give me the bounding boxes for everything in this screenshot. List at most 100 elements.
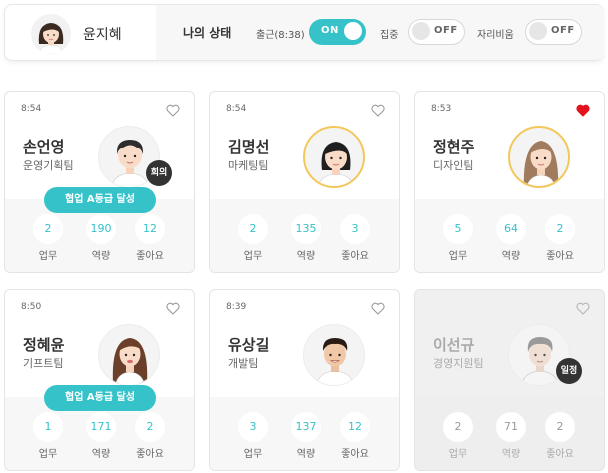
focus-toggle-text: OFF	[434, 25, 458, 36]
task-label: 업무	[38, 251, 58, 262]
task-count: 5	[443, 214, 473, 244]
skill-stat: 171 역량	[85, 412, 117, 460]
member-card[interactable]: 8:39 유상길 개발팀 3 업무 137 역량 12 좋아요	[209, 289, 400, 471]
focus-label: 집중	[380, 30, 399, 41]
skill-label: 역량	[91, 251, 111, 262]
member-team: 디자인팀	[433, 159, 474, 172]
like-count: 2	[545, 214, 575, 244]
member-team: 기프트팀	[23, 357, 64, 370]
member-name: 김명선	[228, 138, 270, 156]
member-avatar	[98, 324, 160, 386]
task-stat: 5 업무	[442, 214, 474, 262]
heart-icon[interactable]	[371, 104, 385, 117]
task-label: 업무	[448, 449, 468, 460]
task-stat: 3 업무	[237, 412, 269, 460]
skill-stat: 64 역량	[495, 214, 527, 262]
task-stat: 2 업무	[237, 214, 269, 262]
checkin-time: 8:54	[21, 104, 42, 114]
member-card[interactable]: 8:50 정혜윤 기프트팀 협업 A등급 달성 1 업무 171 역량 2 좋아요	[4, 289, 195, 471]
like-label: 좋아요	[341, 449, 369, 460]
heart-icon[interactable]	[576, 302, 590, 315]
like-label: 좋아요	[341, 251, 369, 262]
checkin-label: 출근(8:38)	[256, 30, 305, 41]
skill-label: 역량	[296, 449, 316, 460]
skill-stat: 137 역량	[290, 412, 322, 460]
checkin-time: 8:39	[226, 302, 247, 312]
checkin-toggle[interactable]: ON	[309, 19, 366, 45]
my-name: 윤지혜	[83, 27, 122, 43]
focus-toggle[interactable]: OFF	[408, 19, 465, 45]
like-count: 2	[135, 412, 165, 442]
member-name: 정현주	[433, 138, 475, 156]
like-stat: 12 좋아요	[339, 412, 371, 460]
member-team: 마케팅팀	[228, 159, 269, 172]
checkin-time: 8:54	[226, 104, 247, 114]
toggle-knob	[412, 22, 430, 40]
away-toggle-text: OFF	[551, 25, 575, 36]
heart-icon[interactable]	[166, 302, 180, 315]
skill-count: 71	[496, 412, 526, 442]
away-toggle[interactable]: OFF	[525, 19, 582, 45]
checkin-time: 8:53	[431, 104, 452, 114]
task-count: 2	[33, 214, 63, 244]
status-bar: 윤지혜 나의 상태 출근(8:38) ON 집중 OFF 자리비움 OFF	[4, 4, 604, 61]
status-badge: 회의	[146, 160, 172, 186]
like-count: 12	[340, 412, 370, 442]
task-label: 업무	[243, 449, 263, 460]
like-stat: 3 좋아요	[339, 214, 371, 262]
checkin-toggle-text: ON	[321, 25, 339, 36]
task-count: 2	[443, 412, 473, 442]
like-stat: 2 좋아요	[134, 412, 166, 460]
task-count: 3	[238, 412, 268, 442]
skill-count: 190	[86, 214, 116, 244]
member-name: 이선규	[433, 336, 475, 354]
member-card[interactable]: 8:53 정현주 디자인팀 5 업무 64 역량 2 좋아요	[414, 91, 605, 273]
like-count: 12	[135, 214, 165, 244]
like-label: 좋아요	[546, 251, 574, 262]
like-count: 2	[545, 412, 575, 442]
member-team: 경영지원팀	[433, 357, 484, 370]
task-label: 업무	[448, 251, 468, 262]
member-card[interactable]: 이선규 경영지원팀 일정 2 업무 71 역량 2 좋아요	[414, 289, 605, 471]
skill-count: 135	[291, 214, 321, 244]
heart-filled-icon[interactable]	[576, 104, 590, 117]
task-stat: 2 업무	[32, 214, 64, 262]
status-badge: 일정	[556, 358, 582, 384]
skill-label: 역량	[296, 251, 316, 262]
skill-label: 역량	[501, 251, 521, 262]
member-name: 유상길	[228, 336, 270, 354]
toggle-knob	[529, 22, 547, 40]
achievement-pill: 협업 A등급 달성	[44, 385, 156, 411]
skill-stat: 71 역량	[495, 412, 527, 460]
skill-stat: 135 역량	[290, 214, 322, 262]
task-stat: 2 업무	[442, 412, 474, 460]
checkin-time: 8:50	[21, 302, 42, 312]
toggle-knob	[344, 22, 362, 40]
task-count: 1	[33, 412, 63, 442]
like-stat: 2 좋아요	[544, 214, 576, 262]
achievement-pill: 협업 A등급 달성	[44, 187, 156, 213]
heart-icon[interactable]	[371, 302, 385, 315]
like-count: 3	[340, 214, 370, 244]
member-team: 운영기획팀	[23, 159, 74, 172]
skill-label: 역량	[91, 449, 111, 460]
skill-stat: 190 역량	[85, 214, 117, 262]
like-label: 좋아요	[136, 449, 164, 460]
task-count: 2	[238, 214, 268, 244]
member-card[interactable]: 8:54 김명선 마케팅팀 2 업무 135 역량 3 좋아요	[209, 91, 400, 273]
my-status-panel: 나의 상태 출근(8:38) ON 집중 OFF 자리비움 OFF	[156, 5, 604, 60]
skill-count: 137	[291, 412, 321, 442]
member-card[interactable]: 8:54 손언영 운영기획팀 회의 협업 A등급 달성 2 업무 190 역량 12…	[4, 91, 195, 273]
task-stat: 1 업무	[32, 412, 64, 460]
like-label: 좋아요	[136, 251, 164, 262]
task-label: 업무	[243, 251, 263, 262]
my-avatar[interactable]	[31, 14, 71, 54]
member-name: 손언영	[23, 138, 65, 156]
like-stat: 12 좋아요	[134, 214, 166, 262]
member-team: 개발팀	[228, 357, 259, 370]
like-stat: 2 좋아요	[544, 412, 576, 460]
heart-icon[interactable]	[166, 104, 180, 117]
member-avatar	[303, 126, 365, 188]
my-status-title: 나의 상태	[183, 26, 232, 40]
task-label: 업무	[38, 449, 58, 460]
